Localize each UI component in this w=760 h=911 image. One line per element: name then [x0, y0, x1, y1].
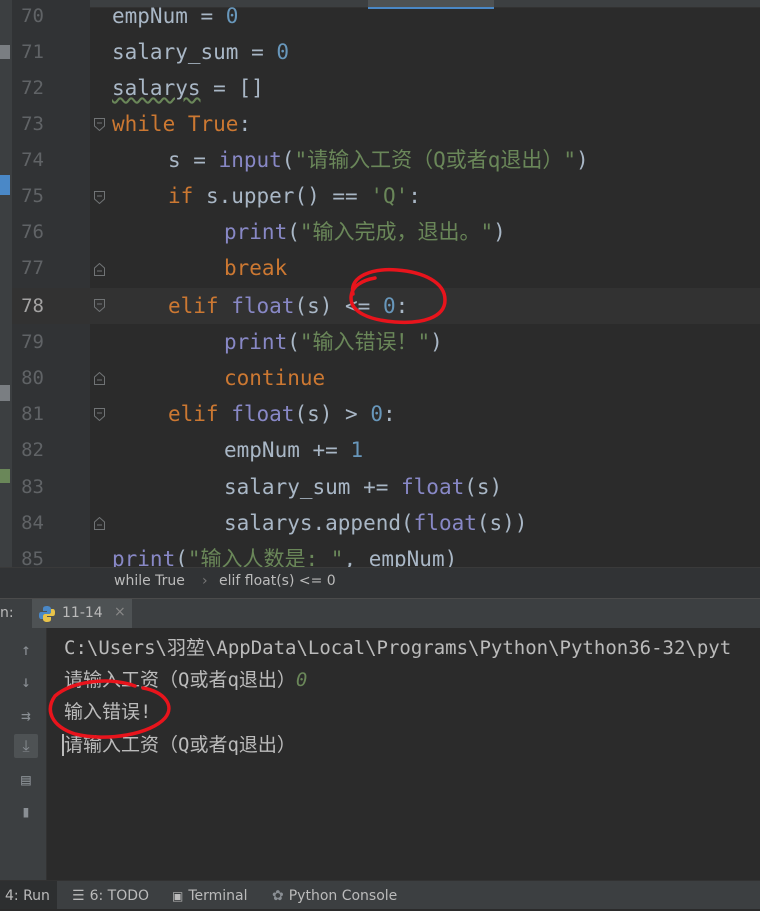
line-number: 79 [21, 331, 44, 353]
breadcrumb-separator: › [202, 573, 208, 589]
console-prompt: 请输入工资（Q或者q退出） [64, 669, 296, 691]
up-arrow-icon[interactable]: ↑ [14, 638, 38, 662]
line-number: 72 [21, 77, 44, 99]
fold-end-icon[interactable] [94, 263, 105, 276]
active-editor-tab[interactable] [368, 0, 494, 9]
coverage-icon [0, 469, 10, 483]
line-number: 83 [21, 476, 44, 498]
print-icon[interactable]: ▤ [14, 768, 38, 792]
code-line[interactable]: print("输入完成，退出。") [224, 214, 506, 250]
code-line[interactable]: s = input("请输入工资（Q或者q退出）") [168, 142, 589, 178]
code-line[interactable]: break [224, 250, 287, 286]
run-panel-header: n: 11-14 × [0, 598, 760, 629]
breadcrumb-item[interactable]: while True [114, 573, 185, 589]
left-tool-strip [0, 7, 12, 567]
favorites-icon[interactable] [0, 385, 10, 401]
run-panel-label: n: [0, 605, 14, 621]
line-number: 75 [21, 185, 44, 207]
console-prompt-line: 请输入工资（Q或者q退出） [62, 729, 296, 761]
breadcrumb: while True › elif float(s) <= 0 [0, 567, 760, 598]
code-line[interactable]: salary_sum += float(s) [224, 469, 502, 505]
line-number: 84 [21, 512, 44, 534]
python-console-icon: ✿ [272, 888, 284, 904]
code-line-current[interactable]: elif float(s) <= 0: [168, 288, 408, 324]
python-icon [39, 606, 55, 622]
code-line[interactable]: empNum += 1 [224, 432, 363, 468]
python-console-tool-button[interactable]: ✿ Python Console [272, 881, 397, 909]
code-line[interactable]: continue [224, 360, 325, 396]
console-user-input: 0 [295, 669, 308, 691]
breadcrumb-item[interactable]: elif float(s) <= 0 [219, 573, 336, 589]
todo-tool-button[interactable]: ☰ 6: TODO [72, 881, 149, 909]
code-line[interactable]: print("输入人数是: ", empNum) [112, 541, 457, 567]
terminal-tool-button[interactable]: ▣ Terminal [172, 881, 248, 909]
code-line[interactable]: salarys.append(float(s)) [224, 505, 527, 541]
line-number: 71 [21, 41, 44, 63]
code-line[interactable]: if s.upper() == 'Q': [168, 178, 421, 214]
close-icon[interactable]: × [114, 604, 126, 620]
fold-end-icon[interactable] [94, 372, 105, 385]
soft-wrap-icon[interactable]: ⇉ [14, 704, 38, 728]
code-line[interactable]: elif float(s) > 0: [168, 396, 396, 432]
fold-start-icon[interactable] [94, 408, 105, 421]
line-number: 81 [21, 403, 44, 425]
run-tab[interactable]: 11-14 × [32, 599, 132, 629]
fold-start-icon[interactable] [94, 118, 105, 131]
console-prompt-line: 请输入工资（Q或者q退出）0 [64, 664, 307, 696]
terminal-icon: ▣ [172, 889, 184, 903]
code-editor[interactable]: 70 71 72 73 74 75 76 77 78 79 80 81 82 8… [0, 0, 760, 567]
code-line[interactable]: while True: [112, 106, 251, 142]
fold-start-icon[interactable] [94, 191, 105, 204]
python-console-tool-label: Python Console [288, 888, 398, 904]
code-line[interactable]: salarys = [] [112, 70, 264, 106]
run-tab-label: 11-14 [62, 605, 103, 621]
todo-tool-label: 6: TODO [89, 888, 150, 904]
run-console-output[interactable]: C:\Users\羽堃\AppData\Local\Programs\Pytho… [47, 628, 760, 880]
fold-start-icon[interactable] [94, 299, 105, 312]
list-icon: ☰ [72, 888, 85, 904]
project-icon[interactable] [0, 45, 10, 59]
line-number: 82 [21, 439, 44, 461]
scroll-to-end-icon[interactable]: ⤓ [14, 734, 38, 758]
tool-window-bar: 4: Run ☰ 6: TODO ▣ Terminal ✿ Python Consol… [0, 880, 760, 909]
structure-icon[interactable] [0, 175, 10, 195]
line-number: 77 [21, 257, 44, 279]
run-tool-button[interactable]: 4: Run [0, 881, 57, 909]
line-number: 80 [21, 367, 44, 389]
line-number: 76 [21, 221, 44, 243]
code-line[interactable]: empNum = 0 [112, 0, 238, 34]
run-toolbar: ↑ ↓ ⇉ ⤓ ▤ ▮ [0, 628, 47, 880]
line-number: 70 [21, 5, 44, 27]
trash-icon[interactable]: ▮ [14, 800, 38, 824]
code-line[interactable]: print("输入错误！") [224, 324, 443, 360]
fold-end-icon[interactable] [94, 517, 105, 530]
terminal-tool-label: Terminal [188, 888, 248, 904]
run-tool-label: 4: Run [5, 888, 50, 904]
down-arrow-icon[interactable]: ↓ [14, 670, 38, 694]
console-prompt: 请输入工资（Q或者q退出） [64, 734, 296, 756]
line-number: 74 [21, 149, 44, 171]
console-error-line: 输入错误! [64, 701, 152, 723]
line-number: 73 [21, 113, 44, 135]
console-path-line: C:\Users\羽堃\AppData\Local\Programs\Pytho… [64, 637, 732, 659]
line-number-current: 78 [21, 295, 44, 317]
code-line[interactable]: salary_sum = 0 [112, 34, 289, 70]
line-number: 85 [21, 548, 44, 567]
